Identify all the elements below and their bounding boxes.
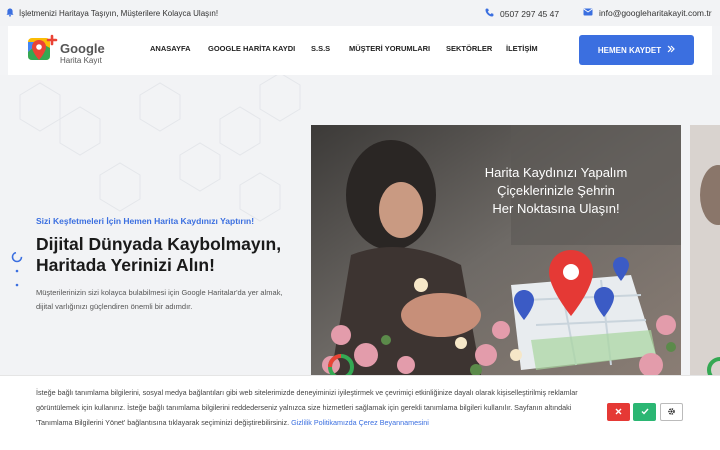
check-icon xyxy=(641,407,649,417)
slide-caption-line-1: Harita Kaydınızı Yapalım xyxy=(485,165,628,180)
cookie-reject-button[interactable] xyxy=(607,403,630,421)
close-icon xyxy=(615,407,622,417)
map-pin-logo-icon xyxy=(26,34,58,68)
bell-icon xyxy=(6,8,14,19)
cookie-settings-button[interactable] xyxy=(660,403,683,421)
top-notice-text: İşletmenizi Haritaya Taşıyın, Müşteriler… xyxy=(19,9,219,18)
site-logo[interactable]: Google Harita Kayıt xyxy=(26,34,116,68)
phone-number[interactable]: 0507 297 45 47 xyxy=(500,9,559,19)
cookie-policy-link[interactable]: Gizlilik Politikamızda Çerez Beyannamesi… xyxy=(291,418,429,427)
register-now-label: HEMEN KAYDET xyxy=(597,45,662,55)
nav-home[interactable]: ANASAYFA xyxy=(150,44,191,53)
hero-title: Dijital Dünyada Kaybolmayın, Haritada Ye… xyxy=(36,234,282,275)
top-phone[interactable]: 0507 297 45 47 xyxy=(485,8,559,19)
hero-tagline: Sizi Keşfetmeleri İçin Hemen Harita Kayd… xyxy=(36,216,255,226)
top-email[interactable]: info@googleharitakayit.com.tr xyxy=(583,8,712,18)
envelope-icon xyxy=(583,8,593,18)
next-slide-image xyxy=(690,125,720,375)
hero-description: Müşterilerinizin sizi kolayca bulabilmes… xyxy=(36,288,283,311)
phone-icon xyxy=(485,8,494,19)
nav-faq[interactable]: S.S.S xyxy=(311,44,330,53)
main-header: Google Harita Kayıt ANASAYFA GOOGLE HARİ… xyxy=(8,26,712,75)
cookie-accept-button[interactable] xyxy=(633,403,656,421)
logo-title: Google xyxy=(60,41,105,56)
top-bar: İşletmenizi Haritaya Taşıyın, Müşteriler… xyxy=(0,0,720,26)
nav-sectors[interactable]: SEKTÖRLER xyxy=(446,44,492,53)
double-chevron-right-icon xyxy=(667,45,675,55)
cookie-text-block: İsteğe bağlı tanımlama bilgilerini, sosy… xyxy=(36,385,596,430)
hero-slide-image: Harita Kaydınızı Yapalım Çiçeklerinizle … xyxy=(311,125,681,375)
email-address[interactable]: info@googleharitakayit.com.tr xyxy=(599,8,712,18)
slide-caption-line-3: Her Noktasına Ulaşın! xyxy=(492,201,619,216)
top-notice: İşletmenizi Haritaya Taşıyın, Müşteriler… xyxy=(6,8,218,19)
nav-contact[interactable]: İLETİŞİM xyxy=(506,44,538,53)
register-now-button[interactable]: HEMEN KAYDET xyxy=(579,35,694,65)
slider-pagination[interactable] xyxy=(11,251,23,292)
slide-caption-line-2: Çiçeklerinizle Şehrin xyxy=(497,183,615,198)
nav-customer-reviews[interactable]: MÜŞTERİ YORUMLARI xyxy=(349,44,430,53)
nav-google-map-registration[interactable]: GOOGLE HARİTA KAYDI xyxy=(208,44,295,53)
gear-icon xyxy=(667,407,676,418)
logo-subtitle: Harita Kayıt xyxy=(60,56,102,65)
